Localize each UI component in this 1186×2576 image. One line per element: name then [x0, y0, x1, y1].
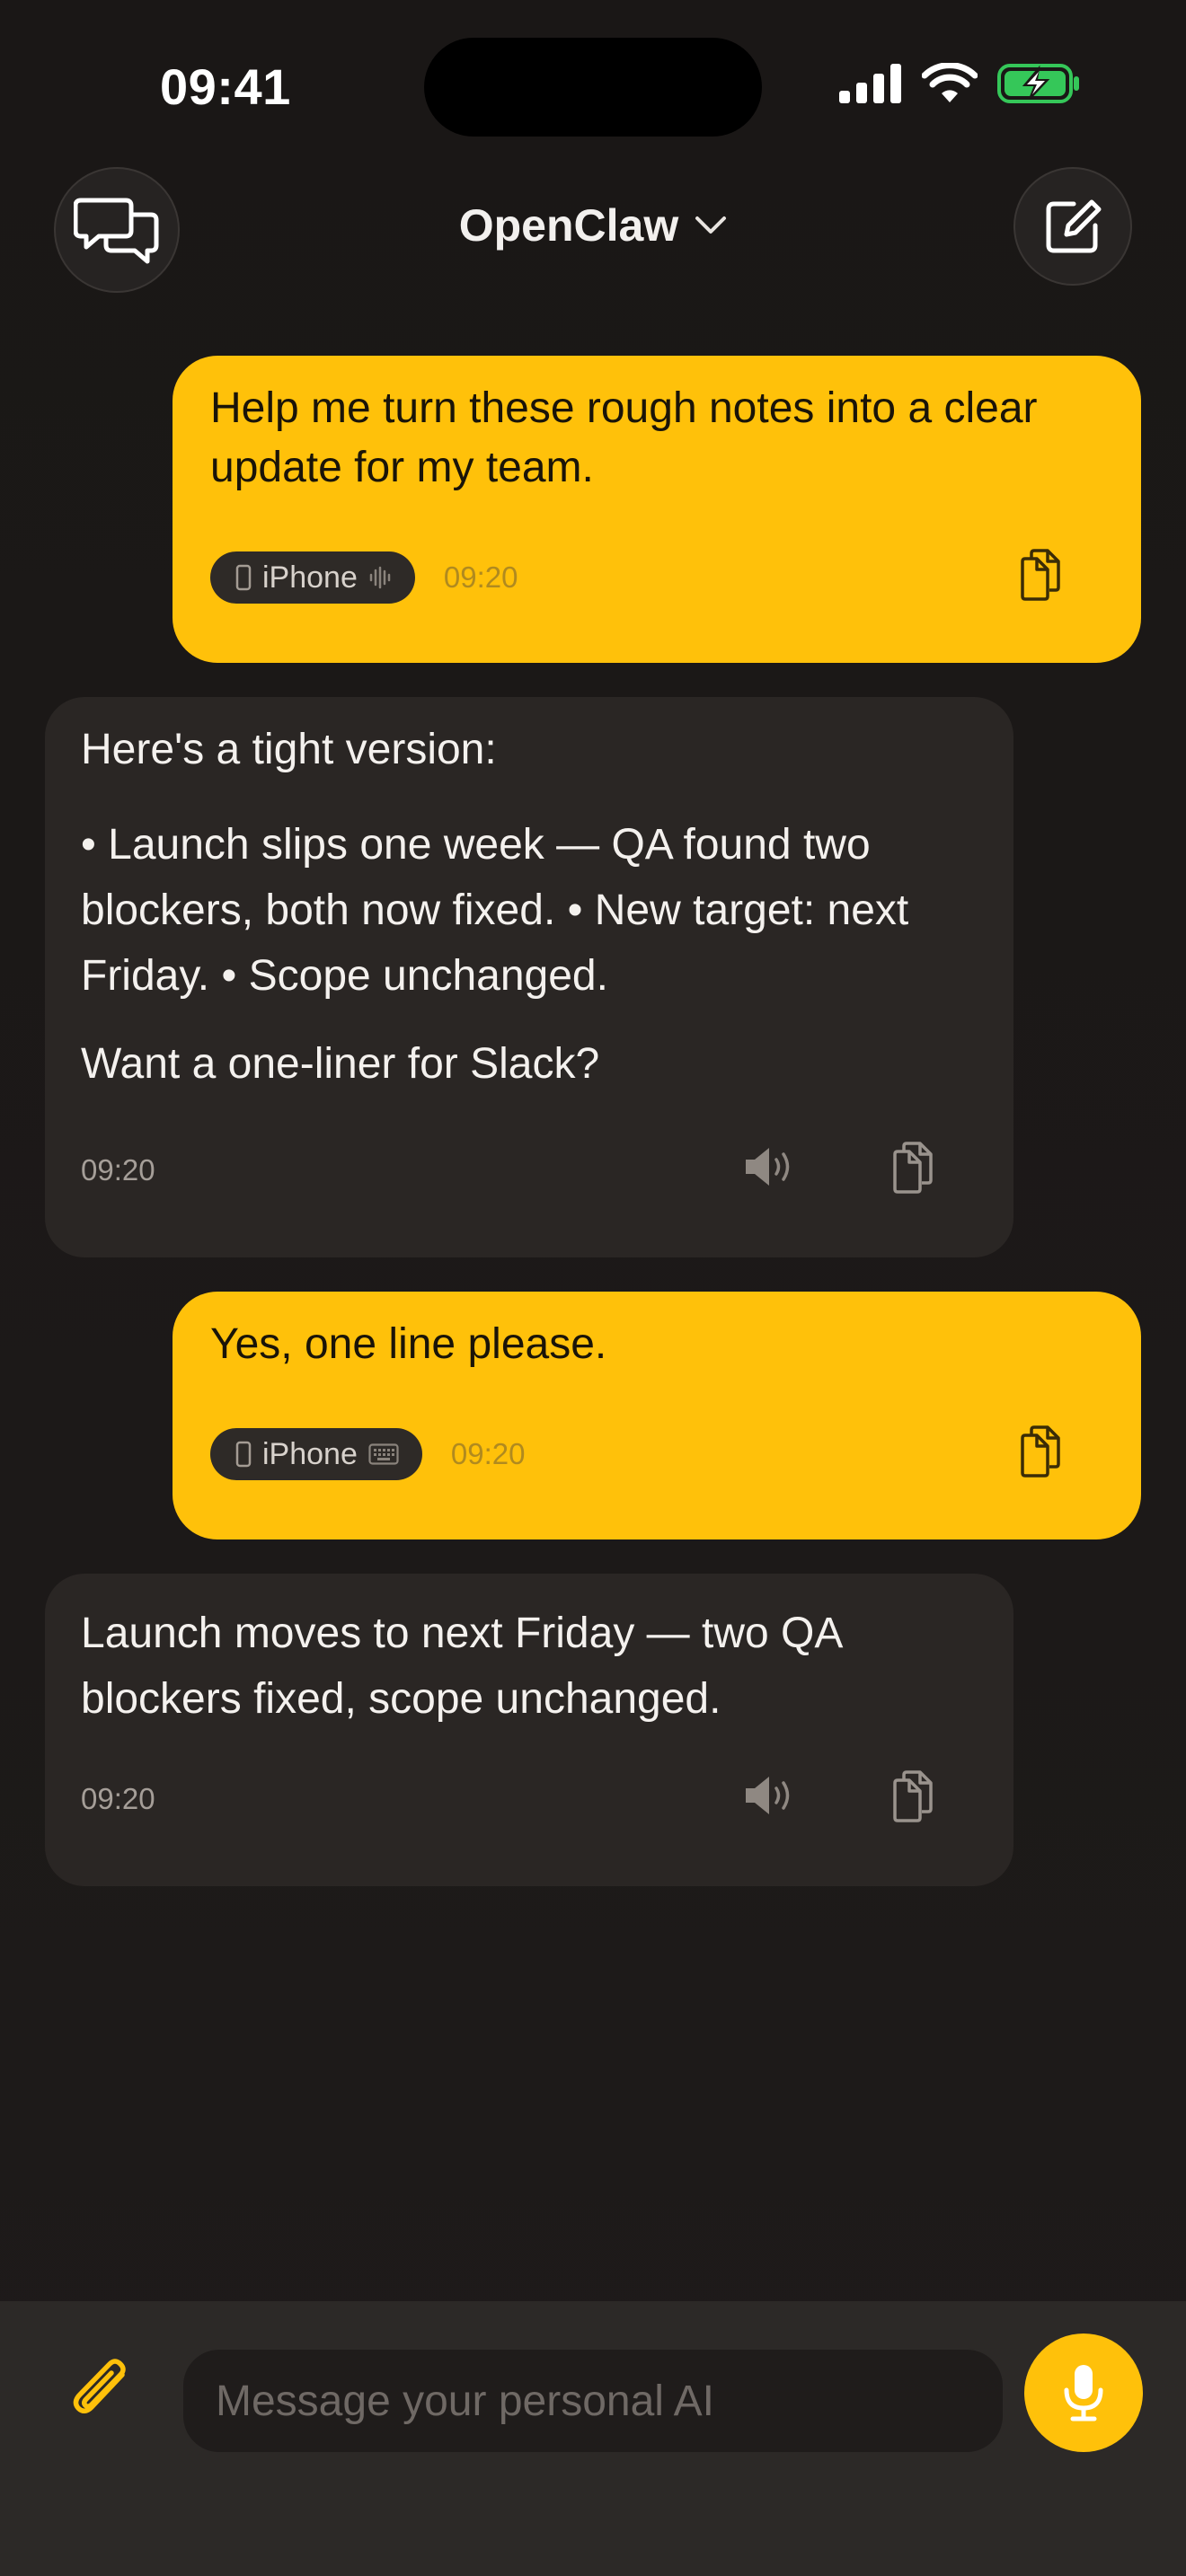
assistant-selector[interactable]: OpenClaw	[0, 199, 1186, 251]
copy-icon	[893, 1142, 933, 1194]
new-chat-button[interactable]	[1013, 167, 1132, 286]
keyboard-icon	[368, 1443, 399, 1465]
dynamic-island	[424, 38, 762, 137]
message-time: 09:20	[443, 560, 518, 594]
source-device-chip: iPhone	[210, 1428, 422, 1480]
message-paragraph: • Launch slips one week — QA found two b…	[81, 821, 909, 1000]
message-paragraph: Want a one-liner for Slack?	[81, 1040, 600, 1088]
voice-input-button[interactable]	[1024, 2333, 1143, 2452]
speaker-icon	[746, 1777, 790, 1814]
copy-icon	[1021, 1425, 1060, 1478]
chevron-down-icon	[695, 216, 727, 234]
message-time: 09:20	[450, 1437, 526, 1470]
user-message[interactable]: Help me turn these rough notes into a cl…	[173, 356, 1141, 663]
copy-button[interactable]	[890, 1141, 936, 1199]
wifi-icon	[922, 63, 978, 102]
voice-waveform-icon	[369, 566, 391, 589]
phone-icon	[235, 564, 252, 591]
speak-button[interactable]	[742, 1144, 798, 1194]
copy-icon	[1021, 549, 1060, 601]
source-device-chip: iPhone	[210, 551, 415, 604]
message-time: 09:20	[81, 1153, 155, 1187]
user-message[interactable]: Yes, one line please. iPhone 09:20	[173, 1292, 1141, 1539]
copy-button[interactable]	[890, 1769, 936, 1828]
header-title: OpenClaw	[458, 200, 679, 251]
copy-button[interactable]	[1017, 1425, 1064, 1483]
message-input[interactable]	[183, 2350, 1003, 2452]
assistant-message[interactable]: Here's a tight version: • Launch slips o…	[45, 697, 1013, 1257]
paperclip-icon	[73, 2359, 126, 2413]
assistant-message[interactable]: Launch moves to next Friday — two QA blo…	[45, 1574, 1013, 1886]
message-text: Help me turn these rough notes into a cl…	[210, 384, 1038, 491]
copy-button[interactable]	[1017, 548, 1064, 606]
attach-button[interactable]	[68, 2357, 137, 2433]
device-name: iPhone	[262, 1436, 358, 1471]
speak-button[interactable]	[742, 1773, 798, 1822]
microphone-icon	[1064, 2365, 1103, 2422]
speaker-icon	[746, 1148, 790, 1186]
copy-icon	[893, 1770, 933, 1822]
message-text: Yes, one line please.	[210, 1320, 607, 1368]
compose-icon	[1046, 199, 1102, 253]
message-time: 09:20	[81, 1782, 155, 1815]
status-icons	[839, 63, 1080, 104]
device-name: iPhone	[262, 560, 358, 595]
battery-charging-icon	[997, 64, 1079, 103]
cellular-signal-icon	[839, 64, 901, 103]
message-paragraph: Launch moves to next Friday — two QA blo…	[81, 1610, 841, 1723]
message-paragraph: Here's a tight version:	[81, 726, 497, 773]
phone-icon	[235, 1441, 252, 1468]
status-time: 09:41	[160, 58, 291, 115]
